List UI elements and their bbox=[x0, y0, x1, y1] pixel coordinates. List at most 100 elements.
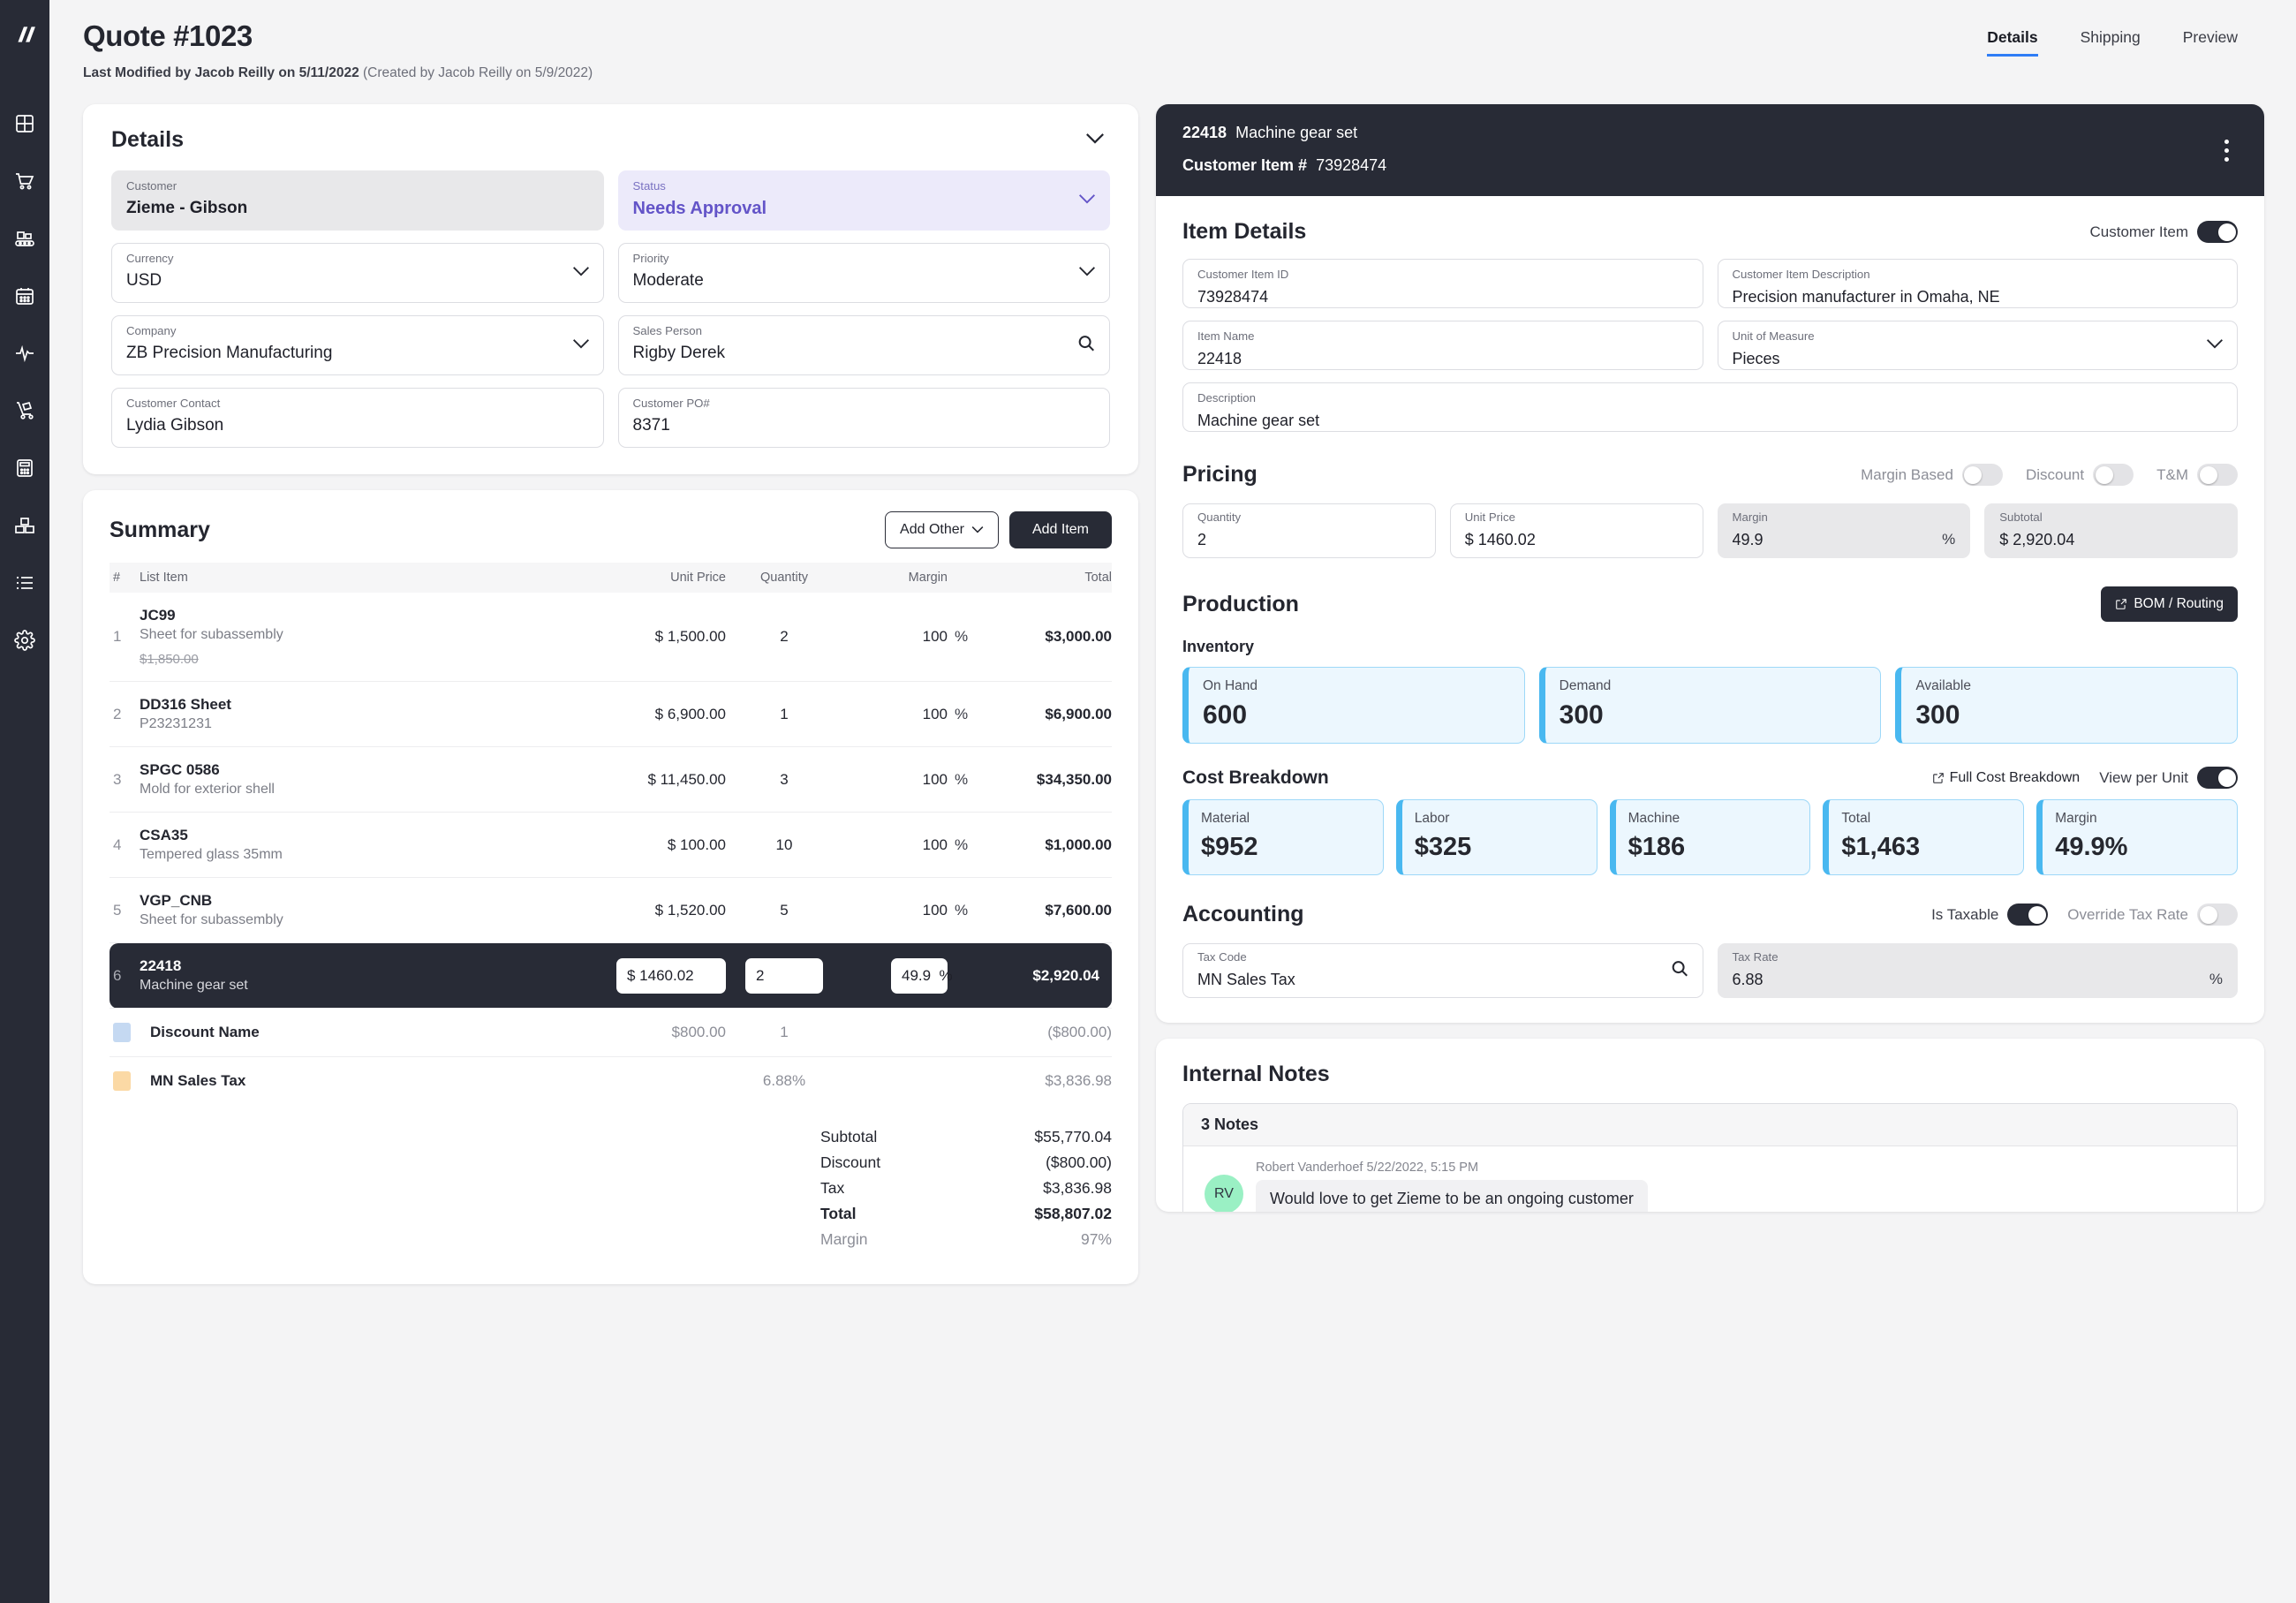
is-taxable-toggle[interactable] bbox=[2007, 904, 2049, 926]
sidebar-item-settings[interactable] bbox=[7, 624, 42, 660]
external-link-icon bbox=[1932, 772, 1945, 784]
sidebar-item-dashboard[interactable] bbox=[7, 108, 42, 143]
sidebar-item-schedule[interactable] bbox=[7, 280, 42, 315]
sidebar-item-inventory[interactable] bbox=[7, 510, 42, 545]
search-icon[interactable] bbox=[1076, 334, 1096, 358]
override-tax-rate-toggle-group: Override Tax Rate bbox=[2067, 904, 2238, 926]
stat-demand: Demand 300 bbox=[1538, 667, 1882, 744]
sidebar-item-accounting[interactable] bbox=[7, 452, 42, 488]
tax-label: Tax bbox=[820, 1179, 845, 1197]
row-margin: 100 bbox=[922, 628, 948, 645]
discount-toggle-group: Discount bbox=[2026, 464, 2134, 486]
customer-item-id-field[interactable]: Customer Item ID 73928474 bbox=[1182, 259, 1703, 308]
details-title: Details bbox=[111, 127, 184, 152]
tax-rate-label: Tax Rate bbox=[1732, 950, 1779, 964]
on-hand-label: On Hand bbox=[1203, 678, 1258, 693]
table-row[interactable]: 5 VGP_CNB Sheet for subassembly $ 1,520.… bbox=[110, 878, 1112, 943]
tm-toggle[interactable] bbox=[2197, 464, 2238, 486]
view-per-unit-toggle-group: View per Unit bbox=[2099, 767, 2238, 789]
table-row[interactable]: 3 SPGC 0586 Mold for exterior shell $ 11… bbox=[110, 747, 1112, 813]
sidebar-item-lists[interactable] bbox=[7, 567, 42, 602]
full-cost-breakdown-link[interactable]: Full Cost Breakdown bbox=[1932, 770, 2080, 786]
tax-rate-value: 6.88 bbox=[1732, 971, 1764, 988]
tax-code-field[interactable]: Tax Code MN Sales Tax bbox=[1182, 943, 1703, 998]
cost-card-labor: Labor $325 bbox=[1395, 799, 1597, 875]
row-unit-price-input[interactable]: $ 1460.02 bbox=[616, 957, 726, 994]
summary-totals: Subtotal $55,770.04 Discount ($800.00) T… bbox=[110, 1105, 1112, 1268]
customer-item-description-field[interactable]: Customer Item Description Precision manu… bbox=[1717, 259, 2238, 308]
customer-item-id-label: Customer Item ID bbox=[1197, 268, 1289, 281]
currency-field[interactable]: Currency USD bbox=[111, 243, 604, 303]
bom-routing-button[interactable]: BOM / Routing bbox=[2101, 586, 2238, 622]
pricing-subtotal-label: Subtotal bbox=[1999, 510, 2043, 524]
pricing-unit-price-field[interactable]: Unit Price $ 1460.02 bbox=[1449, 503, 1703, 558]
more-options-icon[interactable] bbox=[2216, 134, 2238, 167]
sidebar-item-orders[interactable] bbox=[7, 165, 42, 200]
discount-toggle-label: Discount bbox=[2025, 465, 2085, 483]
labor-label: Labor bbox=[1414, 811, 1450, 826]
description-label: Description bbox=[1197, 391, 1256, 405]
tab-preview[interactable]: Preview bbox=[2183, 28, 2238, 57]
main-columns: Details Customer Zieme - Gibson Status N… bbox=[83, 104, 2264, 1284]
details-collapse-button[interactable] bbox=[1080, 129, 1110, 152]
row-item-desc: Tempered glass 35mm bbox=[140, 847, 283, 862]
sales-person-field[interactable]: Sales Person Rigby Derek bbox=[617, 315, 1110, 375]
row-margin-pct: % bbox=[955, 705, 969, 722]
currency-label: Currency bbox=[126, 252, 174, 265]
row-item: SPGC 0586 Mold for exterior shell bbox=[140, 747, 581, 813]
row-margin-input[interactable]: 49.9 % bbox=[891, 957, 953, 994]
customer-item-id-value: 73928474 bbox=[1197, 288, 1269, 306]
customer-field[interactable]: Customer Zieme - Gibson bbox=[111, 170, 604, 231]
row-item-name: 22418 bbox=[140, 957, 182, 974]
pricing-quantity-field[interactable]: Quantity 2 bbox=[1182, 503, 1436, 558]
pricing-fields: Quantity 2 Unit Price $ 1460.02 Margin 4… bbox=[1182, 503, 2238, 558]
priority-field[interactable]: Priority Moderate bbox=[617, 243, 1110, 303]
tax-rate-suffix: % bbox=[2209, 971, 2223, 987]
item-name-field[interactable]: Item Name 22418 bbox=[1182, 321, 1703, 370]
row-item-desc: Machine gear set bbox=[140, 978, 248, 993]
view-per-unit-toggle[interactable] bbox=[2197, 767, 2238, 789]
pricing-subtotal-value: $ 2,920.04 bbox=[1999, 531, 2075, 548]
add-other-button[interactable]: Add Other bbox=[885, 511, 999, 548]
row-margin-pct: % bbox=[955, 901, 969, 919]
item-header-title: 22418 Machine gear set bbox=[1182, 124, 1386, 142]
internal-notes-card: Internal Notes 3 Notes RV Robert Vanderh… bbox=[1156, 1039, 2264, 1212]
is-taxable-toggle-group: Is Taxable bbox=[1931, 904, 2049, 926]
pricing-margin-value: 49.9 bbox=[1732, 531, 1764, 548]
adjustment-row[interactable]: MN Sales Tax 6.88% $3,836.98 bbox=[110, 1057, 1112, 1106]
discount-toggle[interactable] bbox=[2093, 464, 2134, 486]
tab-details[interactable]: Details bbox=[1987, 28, 2038, 57]
table-row[interactable]: 1 JC99 Sheet for subassembly $1,850.00 $… bbox=[110, 593, 1112, 682]
override-tax-rate-toggle[interactable] bbox=[2197, 904, 2238, 926]
search-icon[interactable] bbox=[1670, 959, 1689, 983]
demand-value: 300 bbox=[1559, 700, 1604, 730]
adjustment-row[interactable]: Discount Name $800.00 1 ($800.00) bbox=[110, 1009, 1112, 1057]
company-field[interactable]: Company ZB Precision Manufacturing bbox=[111, 315, 604, 375]
row-item: VGP_CNB Sheet for subassembly bbox=[140, 878, 581, 943]
avatar: RV bbox=[1205, 1175, 1243, 1212]
unit-of-measure-field[interactable]: Unit of Measure Pieces bbox=[1717, 321, 2238, 370]
sidebar-item-production[interactable] bbox=[7, 223, 42, 258]
description-field[interactable]: Description Machine gear set bbox=[1182, 382, 2238, 432]
row-quantity-input[interactable]: 2 bbox=[745, 957, 823, 994]
pricing-unit-price-label: Unit Price bbox=[1464, 510, 1515, 524]
tm-toggle-label: T&M bbox=[2156, 465, 2188, 483]
sidebar-item-analytics[interactable] bbox=[7, 337, 42, 373]
status-field[interactable]: Status Needs Approval bbox=[617, 170, 1110, 231]
customer-contact-field[interactable]: Customer Contact Lydia Gibson bbox=[111, 388, 604, 448]
add-item-button[interactable]: Add Item bbox=[1008, 511, 1112, 548]
table-row[interactable]: 2 DD316 Sheet P23231231 $ 6,900.00 1 100… bbox=[110, 682, 1112, 747]
app-logo[interactable] bbox=[10, 19, 40, 49]
tab-shipping[interactable]: Shipping bbox=[2081, 28, 2141, 57]
margin-based-toggle[interactable] bbox=[1961, 464, 2003, 486]
calculator-icon bbox=[14, 457, 35, 483]
table-row-selected[interactable]: 6 22418 Machine gear set $ 1460.02 2 49.… bbox=[110, 942, 1112, 1009]
table-row[interactable]: 4 CSA35 Tempered glass 35mm $ 100.00 10 … bbox=[110, 813, 1112, 878]
sidebar-item-shipping[interactable] bbox=[7, 395, 42, 430]
pricing-unit-price-value: $ 1460.02 bbox=[1464, 531, 1536, 548]
customer-po-field[interactable]: Customer PO# 8371 bbox=[617, 388, 1110, 448]
customer-item-toggle[interactable] bbox=[2197, 221, 2238, 243]
view-per-unit-label: View per Unit bbox=[2099, 768, 2188, 786]
chevron-down-icon bbox=[971, 522, 984, 538]
customer-item-description-value: Precision manufacturer in Omaha, NE bbox=[1732, 288, 2000, 306]
